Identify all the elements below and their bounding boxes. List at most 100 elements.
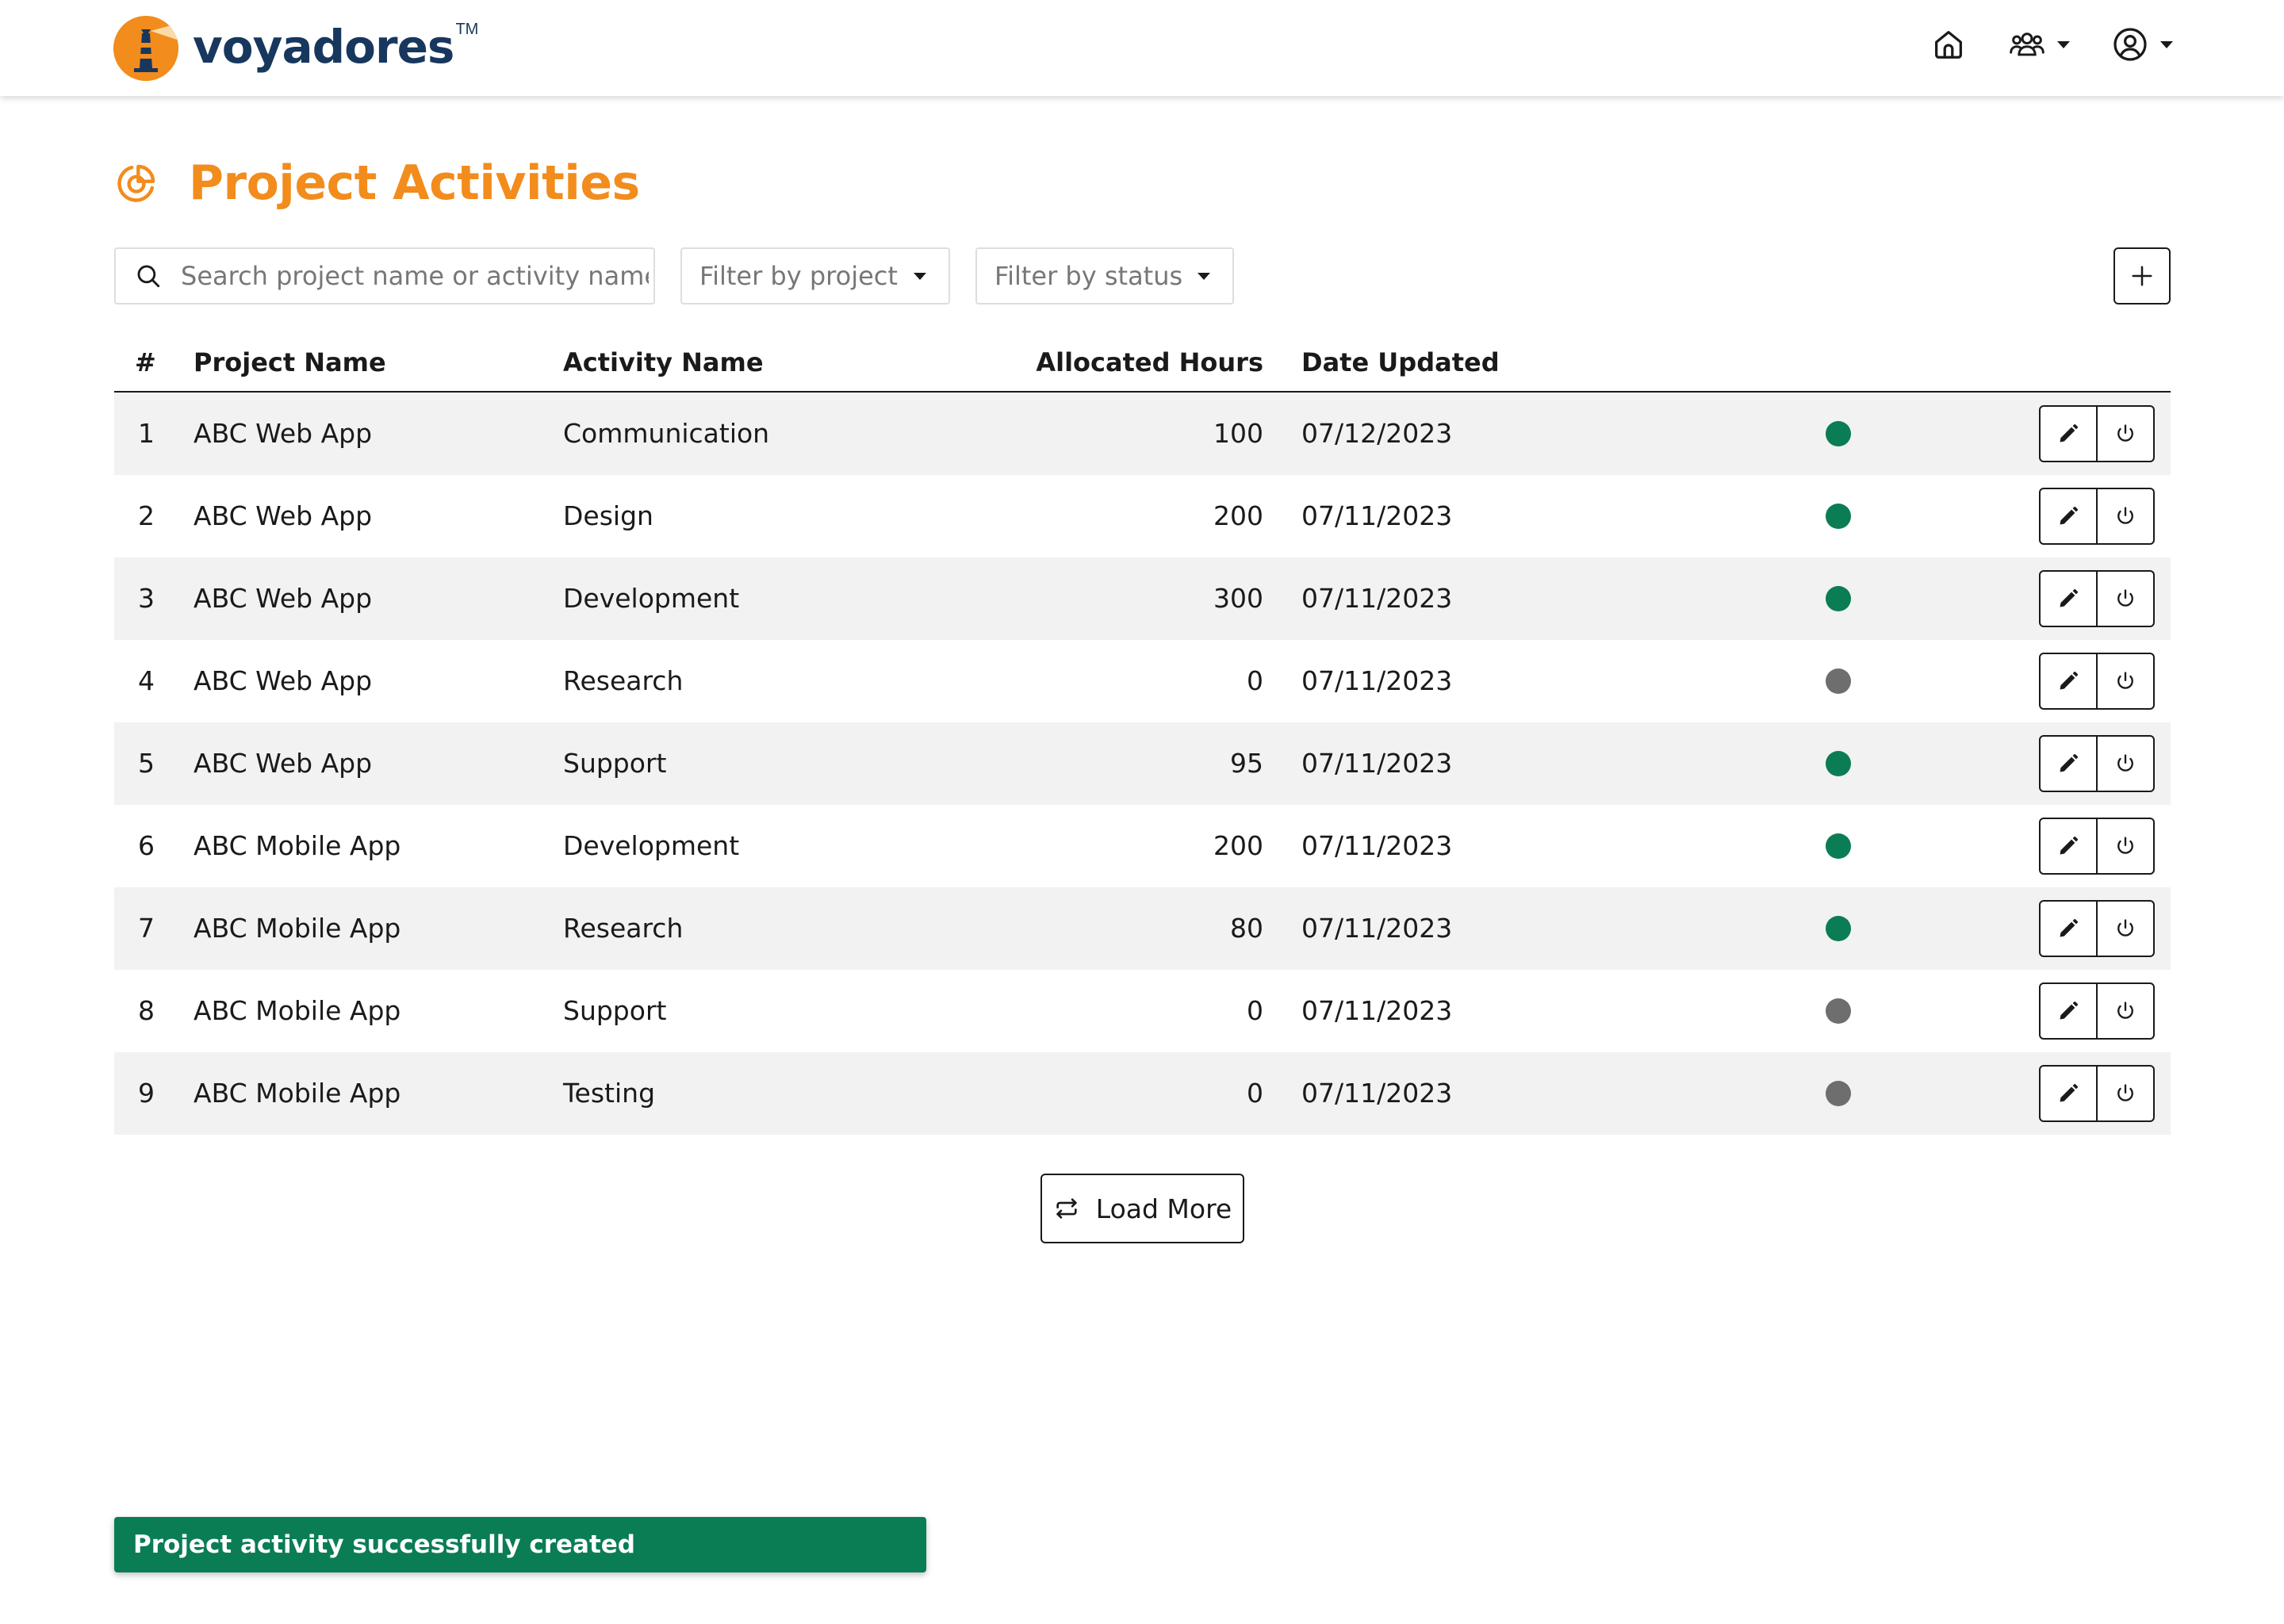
edit-button[interactable] [2041,407,2096,461]
users-icon [2010,33,2044,56]
project-filter-select[interactable]: Filter by project [680,247,950,304]
allocated-hours-cell: 200 [1213,500,1263,531]
row-number: 9 [138,1078,155,1109]
activities-table: # Project Name Activity Name Allocated H… [114,333,2171,1135]
status-indicator [1826,998,1851,1024]
toggle-status-button[interactable] [2096,407,2153,461]
status-indicator [1826,833,1851,859]
search-box[interactable] [114,247,655,304]
activity-name-cell: Research [563,665,684,696]
toggle-status-button[interactable] [2096,572,2153,626]
row-actions [2039,818,2155,875]
edit-button[interactable] [2041,1067,2096,1120]
date-updated-cell: 07/11/2023 [1301,1078,1453,1109]
toggle-status-button[interactable] [2096,984,2153,1038]
status-indicator [1826,504,1851,529]
column-header-hours[interactable]: Allocated Hours [1036,347,1263,377]
table-row: 2 ABC Web App Design 200 07/11/2023 [114,475,2171,557]
repeat-icon [1056,1198,1077,1219]
table-body: 1 ABC Web App Communication 100 07/12/2023 2 A… [114,393,2171,1135]
power-icon [2117,1002,2133,1019]
power-icon [2117,1084,2133,1101]
edit-button[interactable] [2041,489,2096,543]
page-title: Project Activities [189,155,640,211]
allocated-hours-cell: 0 [1247,995,1263,1026]
chevron-down-icon [914,272,926,280]
row-actions [2039,488,2155,545]
toggle-status-button[interactable] [2096,1067,2153,1120]
toggle-status-button[interactable] [2096,654,2153,708]
chevron-down-icon [2057,40,2070,48]
table-row: 6 ABC Mobile App Development 200 07/11/2023 [114,805,2171,887]
table-header: # Project Name Activity Name Allocated H… [114,333,2171,393]
home-button[interactable] [1930,26,1967,63]
project-name-cell: ABC Web App [194,665,373,696]
status-indicator [1826,668,1851,694]
account-menu[interactable] [2111,25,2173,63]
column-header-date[interactable]: Date Updated [1301,347,1500,377]
toggle-status-button[interactable] [2096,489,2153,543]
status-indicator [1826,751,1851,776]
status-filter-select[interactable]: Filter by status [975,247,1234,304]
column-header-activity[interactable]: Activity Name [563,347,764,377]
edit-button[interactable] [2041,902,2096,956]
pencil-icon [2060,589,2078,607]
chevron-down-icon [1198,272,1210,280]
date-updated-cell: 07/12/2023 [1301,418,1453,449]
power-icon [2117,507,2133,524]
column-header-project[interactable]: Project Name [194,347,386,377]
brand-logo[interactable]: voyadores TM [113,14,478,82]
status-indicator [1826,421,1851,446]
row-actions [2039,570,2155,627]
add-activity-button[interactable] [2113,247,2171,304]
account-icon [2113,28,2147,61]
pencil-icon [2060,919,2078,937]
lighthouse-logo-icon [113,16,178,81]
activity-name-cell: Design [563,500,653,531]
pencil-icon [2060,1002,2078,1020]
edit-button[interactable] [2041,654,2096,708]
power-icon [2117,424,2133,442]
status-indicator [1826,586,1851,611]
edit-button[interactable] [2041,819,2096,873]
status-indicator [1826,1081,1851,1106]
column-header-number: # [135,347,156,377]
toggle-status-button[interactable] [2096,737,2153,791]
toggle-status-button[interactable] [2096,819,2153,873]
brand-name: voyadores [193,20,454,74]
toggle-status-button[interactable] [2096,902,2153,956]
status-indicator [1826,916,1851,941]
allocated-hours-cell: 300 [1213,583,1263,614]
date-updated-cell: 07/11/2023 [1301,913,1453,944]
nav-icons [1930,25,2173,63]
project-name-cell: ABC Web App [194,418,373,449]
home-icon [1935,31,1962,59]
allocated-hours-cell: 100 [1213,418,1263,449]
search-input[interactable] [181,261,649,291]
project-name-cell: ABC Web App [194,748,373,779]
project-filter-label: Filter by project [699,261,898,291]
date-updated-cell: 07/11/2023 [1301,665,1453,696]
row-number: 5 [138,748,155,779]
activity-name-cell: Development [563,830,740,861]
edit-button[interactable] [2041,737,2096,791]
activity-name-cell: Testing [563,1078,656,1109]
activity-name-cell: Support [563,748,667,779]
load-more-button[interactable]: Load More [1040,1174,1244,1243]
users-menu[interactable] [2008,26,2070,63]
pencil-icon [2060,507,2078,525]
table-row: 3 ABC Web App Development 300 07/11/2023 [114,557,2171,640]
row-actions [2039,1065,2155,1122]
row-actions [2039,900,2155,957]
row-actions [2039,735,2155,792]
row-number: 8 [138,995,155,1026]
success-toast: Project activity successfully created [114,1517,926,1572]
pencil-icon [2060,754,2078,772]
allocated-hours-cell: 0 [1247,1078,1263,1109]
page-header: Project Activities [114,155,640,211]
date-updated-cell: 07/11/2023 [1301,830,1453,861]
table-row: 4 ABC Web App Research 0 07/11/2023 [114,640,2171,722]
project-name-cell: ABC Mobile App [194,830,401,861]
edit-button[interactable] [2041,572,2096,626]
edit-button[interactable] [2041,984,2096,1038]
